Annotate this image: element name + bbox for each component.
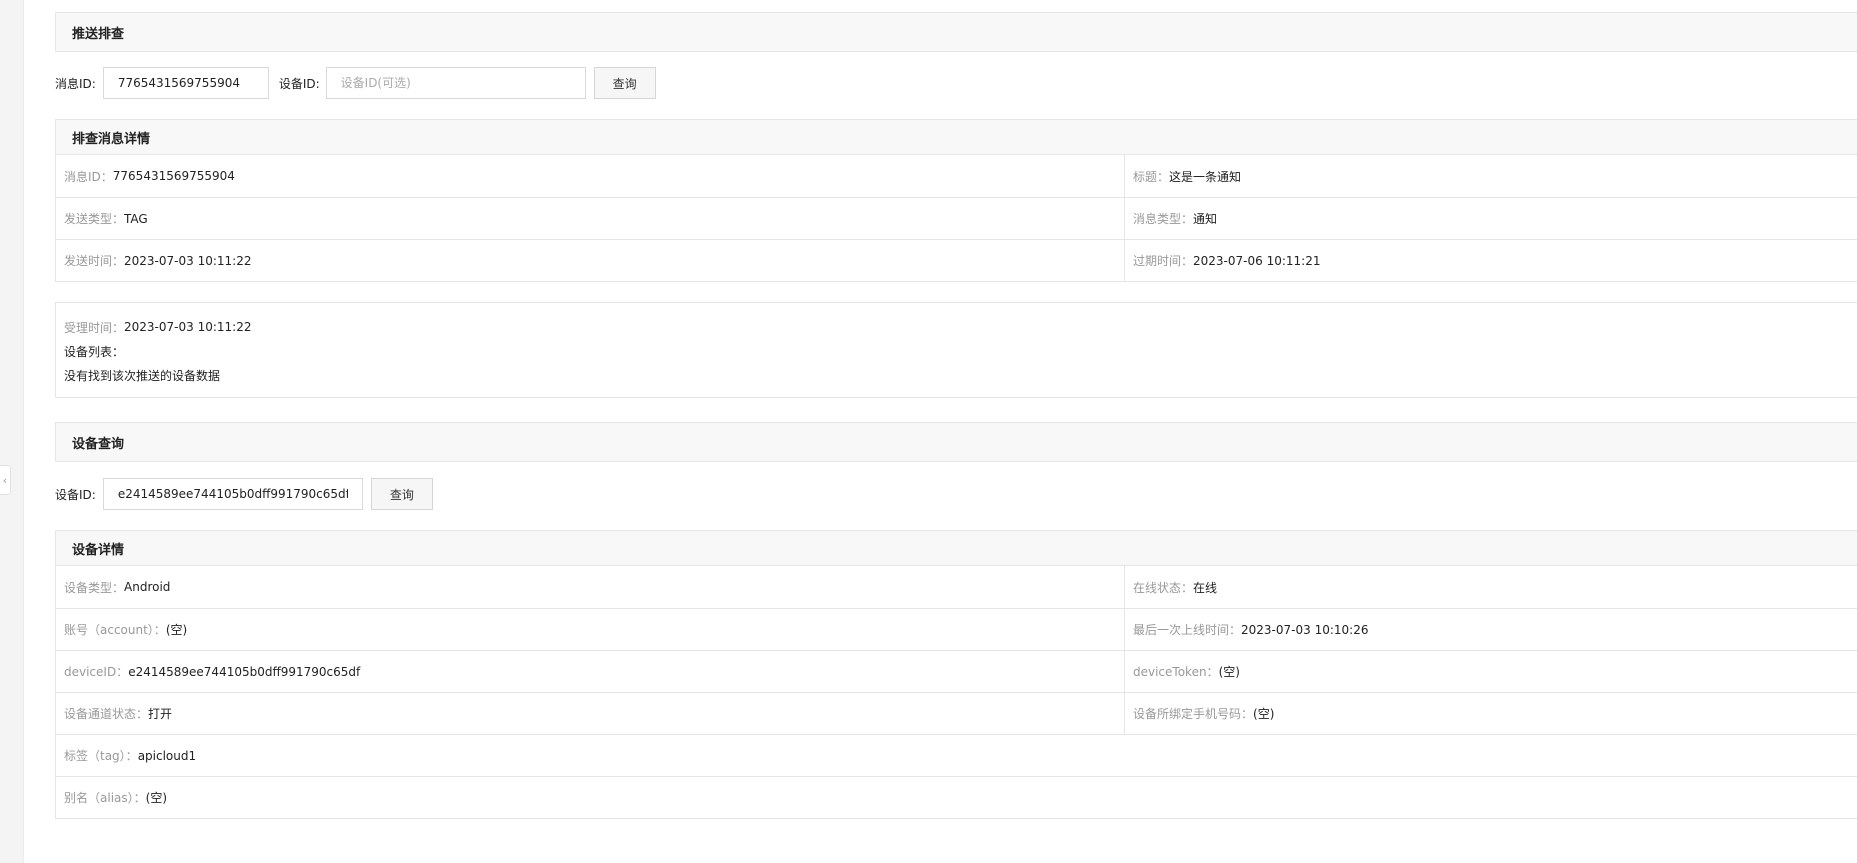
empty-message-line: 没有找到该次推送的设备数据 xyxy=(64,363,1849,387)
device-detail-title: 设备详情 xyxy=(72,542,125,558)
device-detail-table: 设备类型： Android 在线状态： 在线 账号（account）： (空) … xyxy=(55,566,1857,819)
cell-value: 这是一条通知 xyxy=(1169,169,1242,184)
channel-status-cell: 设备通道状态： 打开 xyxy=(56,693,1125,734)
push-check-search-row: 消息ID: 设备ID: 查询 xyxy=(55,67,1857,99)
cell-key: 标签（tag）： xyxy=(64,749,138,763)
account-cell: 账号（account）： (空) xyxy=(56,609,1125,650)
cell-key: 别名（alias）： xyxy=(64,791,146,805)
cell-value: (空) xyxy=(1218,665,1240,679)
msg-id-input[interactable] xyxy=(102,67,269,99)
cell-value: 打开 xyxy=(148,707,173,721)
expire-time-cell: 过期时间： 2023-07-06 10:11:21 xyxy=(1125,240,1857,281)
device-id-cell: deviceID： e2414589ee744105b0dff991790c65… xyxy=(56,651,1125,692)
bound-phone-cell: 设备所绑定手机号码： (空) xyxy=(1125,693,1857,734)
cell-key: 设备所绑定手机号码： xyxy=(1133,707,1254,721)
table-row: 发送类型： TAG 消息类型： 通知 xyxy=(56,197,1857,239)
send-time-cell: 发送时间： 2023-07-03 10:11:22 xyxy=(56,240,1125,281)
send-type-cell: 发送类型： TAG xyxy=(56,198,1125,239)
cell-value: Android xyxy=(124,580,171,594)
table-row: 标签（tag）： apicloud1 xyxy=(56,734,1857,776)
receipt-box: 受理时间： 2023-07-03 10:11:22 设备列表： 没有找到该次推送… xyxy=(55,302,1857,398)
cell-key: 设备类型： xyxy=(64,580,125,595)
msg-id-cell: 消息ID： 7765431569755904 xyxy=(56,155,1125,197)
cell-value: 在线 xyxy=(1193,580,1218,595)
cell-key: 消息类型： xyxy=(1133,212,1194,226)
last-online-cell: 最后一次上线时间： 2023-07-03 10:10:26 xyxy=(1125,609,1857,650)
cell-value: (空) xyxy=(145,791,168,805)
cell-value: e2414589ee744105b0dff991790c65df xyxy=(128,664,361,679)
msg-type-cell: 消息类型： 通知 xyxy=(1125,198,1857,239)
cell-key: 过期时间： xyxy=(1133,254,1194,268)
main-content: 推送排查 消息ID: 设备ID: 查询 排查消息详情 消息ID： 7765431… xyxy=(55,12,1857,819)
push-check-query-button[interactable]: 查询 xyxy=(593,67,656,99)
cell-key: deviceID： xyxy=(64,665,129,679)
device-query-header: 设备查询 xyxy=(55,422,1857,462)
cell-key: 账号（account）： xyxy=(64,623,166,637)
message-detail-table: 消息ID： 7765431569755904 标题： 这是一条通知 发送类型： … xyxy=(55,155,1857,282)
push-check-header: 推送排查 xyxy=(55,12,1857,52)
table-row: deviceID： e2414589ee744105b0dff991790c65… xyxy=(56,650,1857,692)
message-detail-header: 排查消息详情 xyxy=(55,119,1857,155)
accept-time-value: 2023-07-03 10:11:22 xyxy=(124,320,252,334)
table-row: 账号（account）： (空) 最后一次上线时间： 2023-07-03 10… xyxy=(56,608,1857,650)
online-status-cell: 在线状态： 在线 xyxy=(1125,566,1857,608)
msg-id-label: 消息ID: xyxy=(55,76,96,91)
table-row: 发送时间： 2023-07-03 10:11:22 过期时间： 2023-07-… xyxy=(56,239,1857,281)
sidebar-collapse-handle[interactable]: ‹ xyxy=(0,465,11,495)
table-row: 别名（alias）： (空) xyxy=(56,776,1857,818)
cell-value: 2023-07-03 10:11:22 xyxy=(124,253,252,268)
cell-key: 发送类型： xyxy=(64,212,125,226)
message-detail-title: 排查消息详情 xyxy=(72,131,151,147)
chevron-left-icon: ‹ xyxy=(2,473,8,487)
device-type-cell: 设备类型： Android xyxy=(56,566,1125,608)
cell-value: apicloud1 xyxy=(137,748,197,763)
cell-key: 设备通道状态： xyxy=(64,707,149,721)
device-query-id-label: 设备ID: xyxy=(55,487,96,502)
device-token-cell: deviceToken： (空) xyxy=(1125,651,1857,692)
cell-value: 7765431569755904 xyxy=(112,169,235,183)
cell-key: 在线状态： xyxy=(1133,580,1194,595)
cell-key: 标题： xyxy=(1133,169,1170,184)
left-rail xyxy=(0,0,24,863)
cell-value: (空) xyxy=(165,623,188,637)
device-list-label-line: 设备列表： xyxy=(64,339,1849,363)
table-row: 消息ID： 7765431569755904 标题： 这是一条通知 xyxy=(56,155,1857,197)
cell-key: 消息ID： xyxy=(64,169,113,184)
accept-time-key: 受理时间： xyxy=(64,320,125,335)
device-id-label: 设备ID: xyxy=(278,76,320,91)
msg-title-cell: 标题： 这是一条通知 xyxy=(1125,155,1857,197)
alias-cell: 别名（alias）： (空) xyxy=(56,777,1857,818)
cell-value: 2023-07-03 10:10:26 xyxy=(1241,622,1369,637)
cell-key: 发送时间： xyxy=(64,254,125,268)
table-row: 设备通道状态： 打开 设备所绑定手机号码： (空) xyxy=(56,692,1857,734)
empty-device-message: 没有找到该次推送的设备数据 xyxy=(64,368,221,383)
device-query-button[interactable]: 查询 xyxy=(370,478,433,510)
device-detail-header: 设备详情 xyxy=(55,530,1857,566)
device-query-search-row: 设备ID: 查询 xyxy=(55,478,1857,510)
cell-value: 通知 xyxy=(1193,212,1218,226)
cell-key: 最后一次上线时间： xyxy=(1133,623,1242,637)
device-id-input[interactable] xyxy=(325,67,586,99)
push-check-title: 推送排查 xyxy=(72,26,125,42)
cell-value: TAG xyxy=(124,211,148,226)
device-query-id-input[interactable] xyxy=(102,478,363,510)
tag-cell: 标签（tag）： apicloud1 xyxy=(56,735,1857,776)
accept-time-line: 受理时间： 2023-07-03 10:11:22 xyxy=(64,315,1849,339)
device-query-title: 设备查询 xyxy=(72,436,125,452)
cell-value: 2023-07-06 10:11:21 xyxy=(1193,253,1321,268)
table-row: 设备类型： Android 在线状态： 在线 xyxy=(56,566,1857,608)
device-list-label: 设备列表： xyxy=(64,344,125,359)
cell-key: deviceToken： xyxy=(1133,665,1219,679)
cell-value: (空) xyxy=(1253,707,1275,721)
